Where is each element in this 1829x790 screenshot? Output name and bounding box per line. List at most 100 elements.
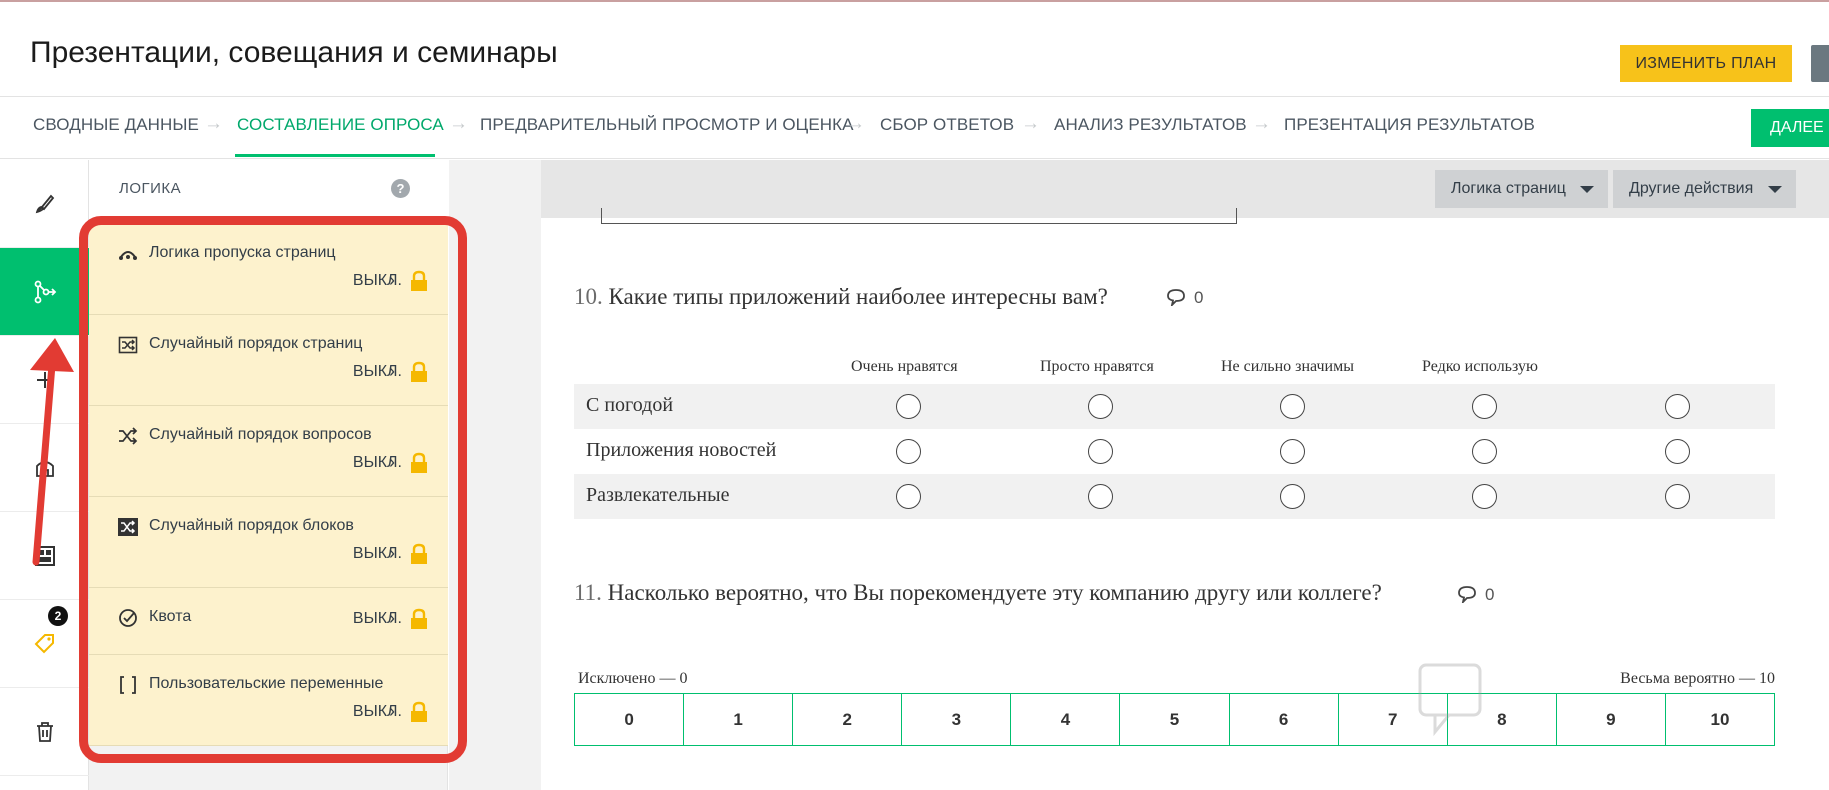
step-navigation: СВОДНЫЕ ДАННЫЕ → СОСТАВЛЕНИЕ ОПРОСА → ПР… — [0, 98, 1829, 159]
matrix-row-label: Развлекательные — [586, 484, 730, 506]
nps-scale: 0 1 2 3 4 5 6 7 8 9 10 — [574, 693, 1775, 746]
nps-option[interactable]: 3 — [902, 694, 1012, 745]
radio-button[interactable] — [896, 439, 921, 464]
logic-item-custom-variables[interactable]: Пользовательские переменные ВЫКЛ. › — [89, 655, 448, 746]
rail-item-add[interactable] — [0, 336, 89, 424]
nps-high-label: Весьма вероятно — 10 — [1620, 670, 1775, 687]
radio-button[interactable] — [896, 394, 921, 419]
radio-button[interactable] — [1088, 439, 1113, 464]
step-design-survey[interactable]: СОСТАВЛЕНИЕ ОПРОСА — [237, 115, 444, 135]
nps-option[interactable]: 9 — [1557, 694, 1666, 745]
layout-icon — [34, 545, 55, 566]
logic-item-random-pages[interactable]: Случайный порядок страниц ВЫКЛ. › — [89, 315, 448, 406]
radio-button[interactable] — [1665, 439, 1690, 464]
comment-count: 0 — [1194, 288, 1204, 307]
question-11-title[interactable]: 11. Насколько вероятно, что Вы порекомен… — [574, 580, 1382, 606]
logic-item-label: Квота — [149, 608, 192, 625]
radio-button[interactable] — [1088, 484, 1113, 509]
change-plan-button[interactable]: ИЗМЕНИТЬ ПЛАН — [1620, 45, 1792, 82]
shuffle-blocks-icon — [118, 518, 138, 536]
previous-question-textbox[interactable] — [601, 208, 1237, 224]
nps-option[interactable]: 10 — [1666, 694, 1774, 745]
help-icon[interactable]: ? — [391, 179, 410, 198]
rail-item-delete[interactable] — [0, 688, 89, 776]
question-10-comments[interactable]: 0 — [1166, 288, 1203, 308]
logic-branch-icon — [34, 280, 56, 303]
add-icon — [36, 371, 53, 388]
nps-option[interactable]: 5 — [1120, 694, 1230, 745]
rail-item-layout[interactable] — [0, 512, 89, 600]
arrow-right-icon: → — [204, 113, 223, 134]
logic-item-quota[interactable]: Квота ВЫКЛ. › — [89, 588, 448, 655]
matrix-row-label: Приложения новостей — [586, 439, 777, 461]
nps-option[interactable]: 4 — [1011, 694, 1121, 745]
paintbrush-icon — [35, 194, 54, 213]
question-11-comments[interactable]: 0 — [1457, 585, 1494, 605]
nps-option[interactable]: 8 — [1448, 694, 1557, 745]
logic-panel-title: ЛОГИКА — [119, 180, 182, 197]
arrow-right-icon: → — [846, 113, 865, 134]
radio-button[interactable] — [1665, 484, 1690, 509]
radio-button[interactable] — [1280, 439, 1305, 464]
rail-item-bank[interactable] — [0, 424, 89, 512]
logic-item-label: Пользовательские переменные — [149, 675, 384, 692]
caret-down-icon — [1768, 186, 1782, 193]
shuffle-pages-icon — [118, 336, 138, 354]
question-text: Какие типы приложений наиболее интересны… — [608, 284, 1108, 309]
lock-icon — [411, 270, 427, 291]
nps-option[interactable]: 2 — [793, 694, 903, 745]
active-step-underline — [235, 154, 435, 157]
brackets-icon — [120, 676, 136, 694]
arrow-right-icon: → — [449, 113, 468, 134]
chevron-right-icon: › — [389, 361, 395, 381]
step-present-results[interactable]: ПРЕЗЕНТАЦИЯ РЕЗУЛЬТАТОВ — [1284, 115, 1535, 135]
bag-icon — [35, 460, 54, 477]
step-preview-score[interactable]: ПРЕДВАРИТЕЛЬНЫЙ ПРОСМОТР И ОЦЕНКА — [480, 115, 854, 135]
nps-option[interactable]: 7 — [1339, 694, 1448, 745]
chevron-right-icon: › — [389, 608, 395, 628]
other-actions-dropdown[interactable]: Другие действия — [1613, 170, 1796, 208]
nps-option[interactable]: 1 — [684, 694, 794, 745]
radio-button[interactable] — [1088, 394, 1113, 419]
next-button[interactable]: ДАЛЕЕ — [1751, 109, 1829, 147]
chevron-right-icon: › — [389, 452, 395, 472]
logic-item-random-questions[interactable]: Случайный порядок вопросов ВЫКЛ. › — [89, 406, 448, 497]
lock-icon — [411, 543, 427, 564]
rail-item-logic[interactable] — [0, 248, 89, 336]
lock-icon — [411, 701, 427, 722]
radio-button[interactable] — [1280, 484, 1305, 509]
radio-button[interactable] — [1280, 394, 1305, 419]
logic-panel: ЛОГИКА ? Логика пропуска страниц ВЫКЛ. ›… — [89, 160, 448, 790]
header-extra-button[interactable] — [1811, 45, 1829, 82]
skip-logic-icon — [119, 251, 137, 260]
trash-icon — [36, 721, 53, 742]
radio-button[interactable] — [1665, 394, 1690, 419]
survey-page: 10. Какие типы приложений наиболее интер… — [541, 208, 1829, 790]
rail-item-tags[interactable]: 2 — [0, 600, 89, 688]
radio-button[interactable] — [1472, 484, 1497, 509]
lock-icon — [411, 452, 427, 473]
logic-panel-header: ЛОГИКА ? — [89, 160, 448, 219]
nps-low-label: Исключено — 0 — [578, 670, 688, 687]
logic-item-skip-logic[interactable]: Логика пропуска страниц ВЫКЛ. › — [89, 224, 448, 315]
logic-item-label: Случайный порядок вопросов — [149, 426, 372, 443]
builder-rail: 2 — [0, 160, 89, 790]
logic-item-random-blocks[interactable]: Случайный порядок блоков ВЫКЛ. › — [89, 497, 448, 588]
radio-button[interactable] — [1472, 439, 1497, 464]
step-collect-responses[interactable]: СБОР ОТВЕТОВ — [880, 115, 1014, 135]
radio-button[interactable] — [1472, 394, 1497, 419]
step-summary[interactable]: СВОДНЫЕ ДАННЫЕ — [33, 115, 199, 135]
matrix-column-header: Просто нравятся — [1040, 358, 1154, 375]
logic-item-label: Случайный порядок страниц — [149, 335, 363, 352]
step-analyze-results[interactable]: АНАЛИЗ РЕЗУЛЬТАТОВ — [1054, 115, 1247, 135]
page-logic-dropdown[interactable]: Логика страниц — [1435, 170, 1608, 208]
matrix-column-header: Редко использую — [1422, 358, 1538, 375]
rail-item-design[interactable] — [0, 160, 89, 248]
nps-option[interactable]: 6 — [1230, 694, 1339, 745]
nps-option[interactable]: 0 — [575, 694, 685, 745]
question-10-title[interactable]: 10. Какие типы приложений наиболее интер… — [574, 284, 1108, 310]
radio-button[interactable] — [896, 484, 921, 509]
lock-icon — [411, 361, 427, 382]
question-text: Насколько вероятно, что Вы порекомендует… — [607, 580, 1382, 605]
matrix-row-label: С погодой — [586, 394, 674, 416]
